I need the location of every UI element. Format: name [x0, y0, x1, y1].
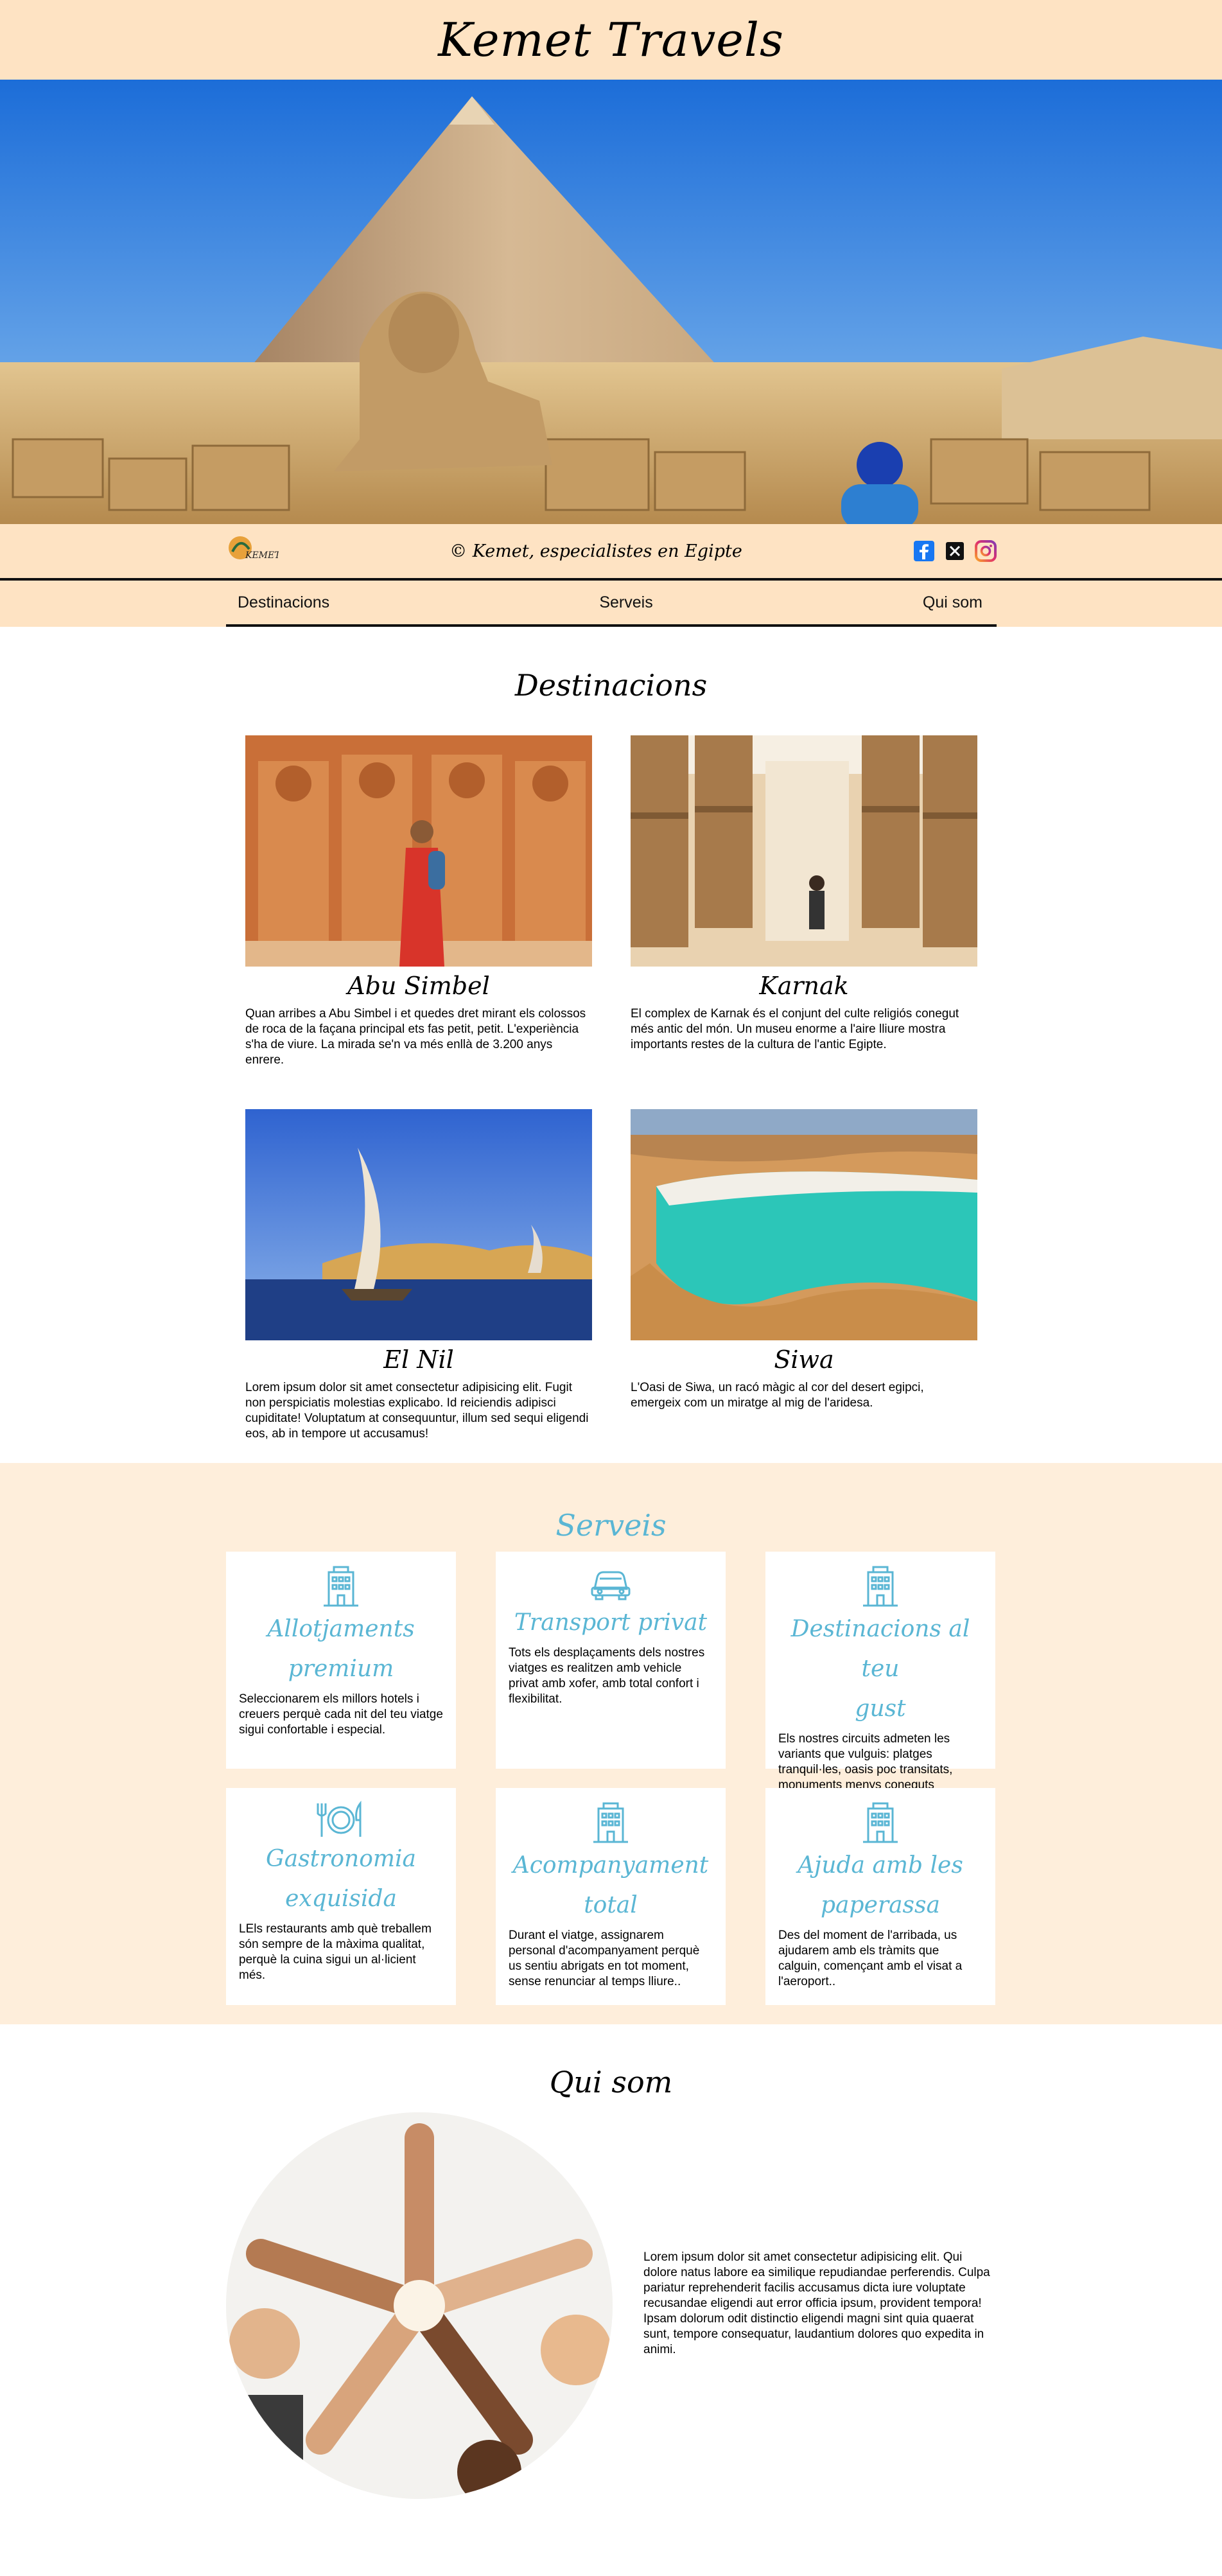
hotel-icon [593, 1802, 628, 1843]
service-title: Transport privat [514, 1609, 708, 1636]
destination-description: El complex de Karnak és el conjunt del c… [631, 1007, 959, 1051]
hero-image [0, 80, 1222, 524]
service-description: Els nostres circuits admeten les variant… [778, 1732, 953, 1792]
destination-card-karnak: Karnak El complex de Karnak és el conjun… [631, 735, 977, 1053]
destination-name: Siwa [774, 1345, 834, 1374]
facebook-icon[interactable] [913, 540, 935, 562]
service-description: LEls restaurants amb què treballem són s… [239, 1922, 432, 1982]
site-title: Kemet Travels [438, 13, 784, 67]
social-links [913, 540, 997, 562]
car-icon [591, 1571, 631, 1600]
about-description: Lorem ipsum dolor sit amet consectetur a… [643, 2250, 990, 2356]
team-hands-star-photo [226, 2112, 613, 2499]
destination-name: El Nil [383, 1345, 454, 1374]
abu-simbel-photo[interactable] [245, 735, 592, 967]
services-heading: Serveis [555, 1508, 667, 1543]
el-nil-photo[interactable] [245, 1109, 592, 1340]
kemet-travels-logo[interactable]: KEMET [226, 532, 279, 570]
service-title: Gastronomia exquisida [265, 1846, 417, 1912]
service-card: Transport privat Tots els desplaçaments … [496, 1552, 726, 1769]
copyright-text: © Kemet, especialistes en Egipte [450, 541, 742, 561]
service-card: Acompanyament total Durant el viatge, ass… [496, 1788, 726, 2005]
destination-description: Lorem ipsum dolor sit amet consectetur a… [245, 1381, 589, 1441]
service-card: Destinacions al teu gust Els nostres circ… [765, 1552, 995, 1792]
destination-description: L'Oasi de Siwa, un racó màgic al cor del… [631, 1381, 924, 1410]
hotel-icon [863, 1802, 898, 1843]
main-nav: Destinacions Serveis Qui som [0, 581, 1222, 627]
service-card: Allotjaments premium Seleccionarem els mi… [226, 1552, 456, 1769]
destination-card-abu-simbel: Abu Simbel Quan arribes a Abu Simbel i e… [245, 735, 592, 1068]
destination-card-el-nil: El Nil Lorem ipsum dolor sit amet consec… [245, 1109, 592, 1442]
service-description: Seleccionarem els millors hotels i creue… [239, 1692, 443, 1737]
destination-name: Karnak [759, 972, 849, 1000]
info-band: KEMET © Kemet, especialistes en Egipte [0, 524, 1222, 581]
site-header: Kemet Travels [0, 0, 1222, 80]
siwa-photo[interactable] [631, 1109, 977, 1340]
service-title: Acompanyament total [512, 1852, 709, 1918]
svg-text:KEMET: KEMET [245, 550, 279, 561]
x-icon[interactable] [944, 540, 966, 562]
service-title: Ajuda amb les paperassa [798, 1852, 963, 1918]
destinations-heading: Destinacions [514, 668, 708, 703]
service-description: Des del moment de l'arribada, us ajudare… [778, 1929, 963, 1988]
hotel-icon [863, 1566, 898, 1607]
destination-description: Quan arribes a Abu Simbel i et quedes dr… [245, 1007, 586, 1067]
destination-card-siwa: Siwa L'Oasi de Siwa, un racó màgic al co… [631, 1109, 977, 1411]
hotel-icon [324, 1566, 358, 1607]
service-title: Destinacions al teu gust [790, 1616, 970, 1722]
service-card: Ajuda amb les paperassa Des del moment de… [765, 1788, 995, 2005]
service-card: Gastronomia exquisida LEls restaurants am… [226, 1788, 456, 2005]
nav-link-destinacions[interactable]: Destinacions [226, 593, 341, 612]
instagram-icon[interactable] [974, 540, 997, 562]
services-section: Serveis Allotjaments premium Seleccionare… [0, 1463, 1222, 2024]
pyramid-and-sphinx-photo [0, 80, 1222, 524]
nav-link-qui-som[interactable]: Qui som [911, 593, 997, 612]
karnak-photo[interactable] [631, 735, 977, 967]
service-description: Tots els desplaçaments dels nostres viat… [509, 1646, 705, 1706]
nav-link-serveis[interactable]: Serveis [588, 593, 664, 612]
cutlery-plate-icon [317, 1801, 362, 1837]
about-heading: Qui som [549, 2065, 673, 2099]
service-description: Durant el viatge, assignarem personal d'… [509, 1929, 700, 1988]
about-photo [226, 2112, 613, 2499]
service-title: Allotjaments premium [267, 1616, 415, 1682]
destination-name: Abu Simbel [347, 972, 490, 1000]
